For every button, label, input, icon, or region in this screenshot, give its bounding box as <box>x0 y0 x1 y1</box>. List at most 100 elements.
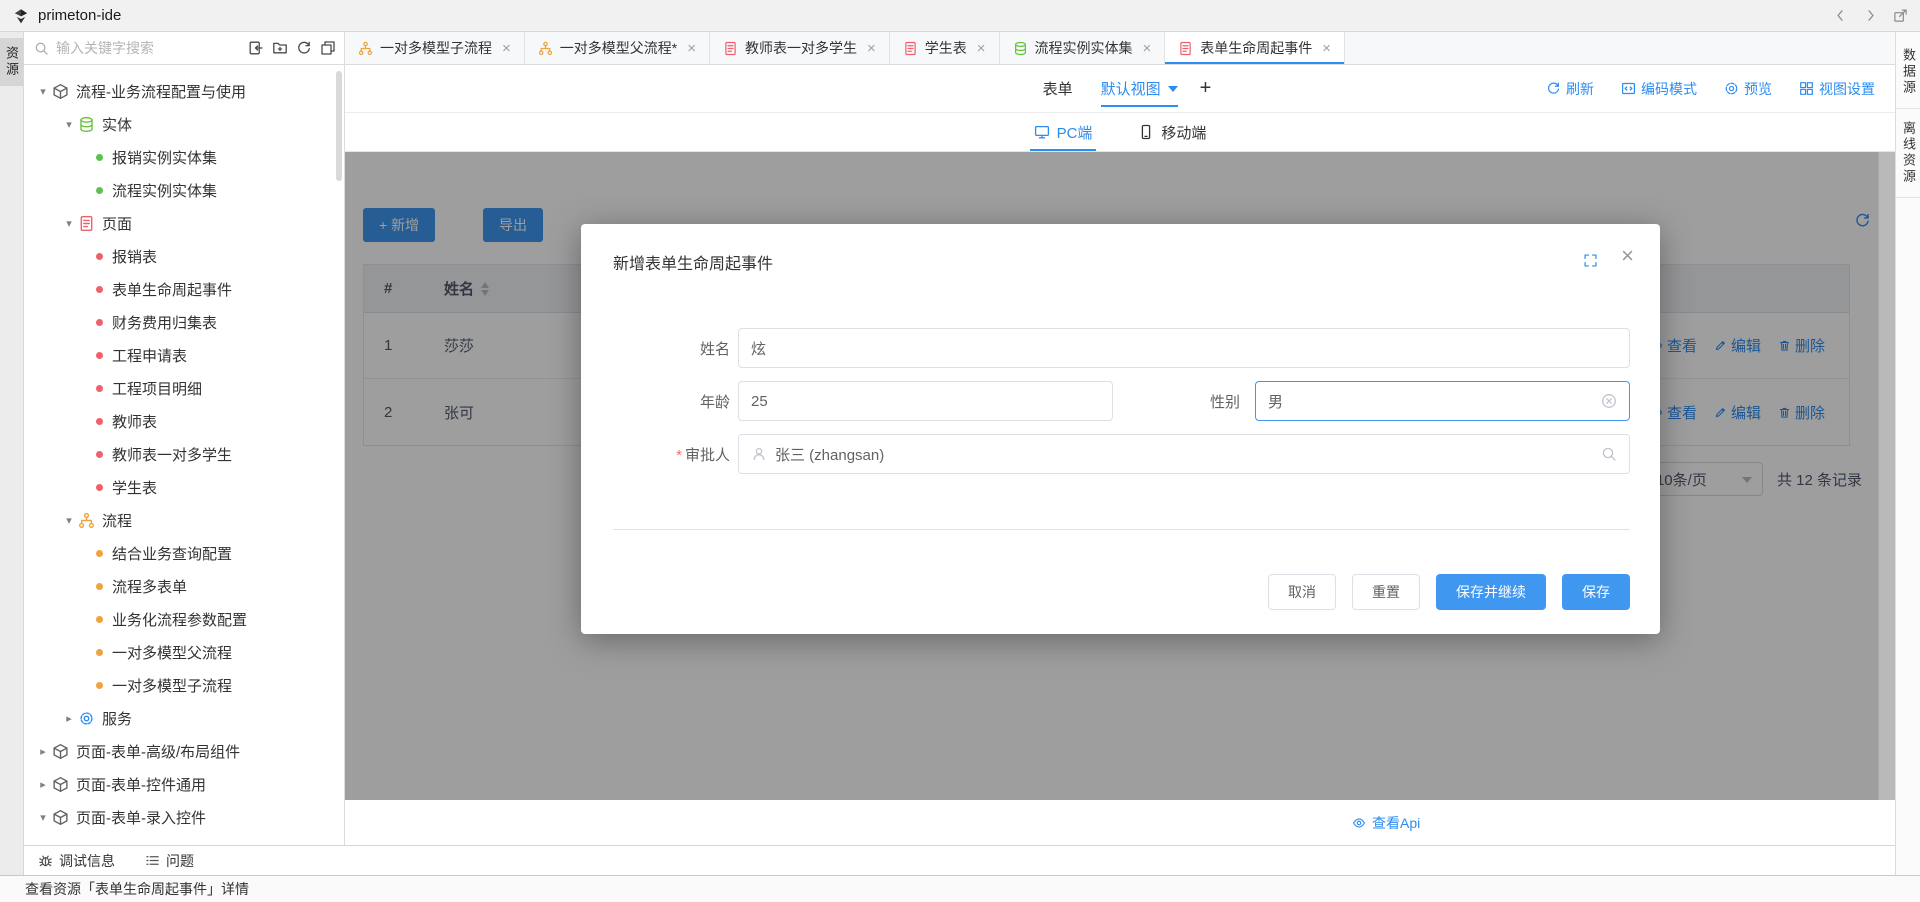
chevron-down-icon[interactable]: ▾ <box>60 217 78 230</box>
tree-item-label: 流程-业务流程配置与使用 <box>76 81 246 102</box>
tab-default-view[interactable]: 默认视图 <box>1101 65 1178 112</box>
device-tabs: PC端 移动端 <box>345 113 1895 152</box>
tree-item[interactable]: ▾页面 <box>24 207 344 240</box>
age-input[interactable]: 25 <box>738 381 1113 421</box>
problems-button[interactable]: 问题 <box>145 851 194 871</box>
tree-item[interactable]: 报销实例实体集 <box>24 141 344 174</box>
tree-item[interactable]: ▾ 流程-业务流程配置与使用 <box>24 75 344 108</box>
package-icon <box>52 743 69 760</box>
tree-item[interactable]: 工程申请表 <box>24 339 344 372</box>
close-icon[interactable]: × <box>867 41 876 56</box>
file-tab-label: 一对多模型子流程 <box>380 38 492 58</box>
chevron-down-icon[interactable]: ▾ <box>34 811 52 824</box>
package-icon <box>52 83 69 100</box>
file-tab[interactable]: 学生表× <box>890 32 1000 64</box>
debug-info-label: 调试信息 <box>59 851 115 871</box>
app-window: primeton-ide 资源 输入关键字搜索 一对多模型 <box>0 0 1920 902</box>
close-icon[interactable]: × <box>1322 41 1331 56</box>
tab-form[interactable]: 表单 <box>1043 65 1073 112</box>
rail-tab-resources[interactable]: 资源 <box>0 38 23 86</box>
file-tab[interactable]: 一对多模型子流程 × <box>345 32 525 64</box>
file-tab[interactable]: 流程实例实体集 × <box>1000 32 1166 64</box>
refresh-button[interactable]: 刷新 <box>1546 79 1594 99</box>
age-input-value: 25 <box>751 393 1100 410</box>
nav-forward-icon[interactable] <box>1863 8 1878 23</box>
file-tabbar: 一对多模型子流程×一对多模型父流程*×教师表一对多学生×学生表×流程实例实体集×… <box>345 32 1895 64</box>
close-icon[interactable]: × <box>1621 245 1634 267</box>
file-tab[interactable]: 表单生命周起事件× <box>1165 32 1345 64</box>
tree-item[interactable]: 结合业务查询配置 <box>24 537 344 570</box>
new-folder-icon[interactable] <box>272 40 288 56</box>
file-tab[interactable]: 一对多模型父流程* × <box>525 32 710 64</box>
name-input[interactable]: 炫 <box>738 328 1630 368</box>
add-view-button[interactable]: + <box>1200 77 1212 100</box>
code-mode-button[interactable]: 编码模式 <box>1621 79 1697 99</box>
leaf-dot-icon <box>96 319 103 326</box>
tree-item[interactable]: ▾实体 <box>24 108 344 141</box>
gender-input[interactable]: 男 <box>1255 381 1630 421</box>
close-icon[interactable]: × <box>1143 41 1152 56</box>
chevron-right-icon[interactable]: ▸ <box>34 778 52 791</box>
tree-item[interactable]: 报销表 <box>24 240 344 273</box>
reset-button[interactable]: 重置 <box>1352 574 1420 610</box>
view-settings-label: 视图设置 <box>1819 79 1875 99</box>
close-icon[interactable]: × <box>687 41 696 56</box>
search-icon[interactable] <box>1601 446 1617 462</box>
close-icon[interactable]: × <box>977 41 986 56</box>
open-window-icon[interactable] <box>1893 8 1908 23</box>
gender-input-value: 男 <box>1268 391 1601 412</box>
preview-button[interactable]: 预览 <box>1724 79 1772 99</box>
tree-item[interactable]: ▾页面-表单-录入控件 <box>24 801 344 834</box>
close-icon[interactable]: × <box>502 41 511 56</box>
scrollbar[interactable] <box>1878 152 1895 800</box>
cancel-button[interactable]: 取消 <box>1268 574 1336 610</box>
search-input[interactable]: 输入关键字搜索 <box>56 38 240 58</box>
tree-item[interactable]: 教师表 <box>24 405 344 438</box>
view-api-link[interactable]: 查看Api <box>1352 813 1420 833</box>
code-mode-label: 编码模式 <box>1641 79 1697 99</box>
tree-item-label: 工程申请表 <box>112 345 187 366</box>
tree-item[interactable]: 财务费用归集表 <box>24 306 344 339</box>
tab-pc[interactable]: PC端 <box>1034 113 1093 151</box>
nav-back-icon[interactable] <box>1833 8 1848 23</box>
chevron-down-icon[interactable]: ▾ <box>60 118 78 131</box>
tree-item[interactable]: 业务化流程参数配置 <box>24 603 344 636</box>
rail-tab-datasource[interactable]: 数据源 <box>1896 36 1920 109</box>
tree-item[interactable]: 流程多表单 <box>24 570 344 603</box>
tree-item[interactable]: ▸页面-表单-高级/布局组件 <box>24 735 344 768</box>
tab-default-view-label: 默认视图 <box>1101 78 1161 99</box>
tree-item[interactable]: 工程项目明细 <box>24 372 344 405</box>
tree-item[interactable]: 表单生命周起事件 <box>24 273 344 306</box>
file-tab-label: 教师表一对多学生 <box>745 38 857 58</box>
tree-item[interactable]: 一对多模型父流程 <box>24 636 344 669</box>
save-button[interactable]: 保存 <box>1562 574 1630 610</box>
debug-info-button[interactable]: 调试信息 <box>38 851 115 871</box>
import-icon[interactable] <box>248 40 264 56</box>
file-tab[interactable]: 教师表一对多学生 × <box>710 32 890 64</box>
tree-item[interactable]: 教师表一对多学生 <box>24 438 344 471</box>
tree-item[interactable]: 流程实例实体集 <box>24 174 344 207</box>
tree-item[interactable]: ▸服务 <box>24 702 344 735</box>
chevron-right-icon[interactable]: ▸ <box>34 745 52 758</box>
tree-item[interactable]: 一对多模型子流程 <box>24 669 344 702</box>
collapse-all-icon[interactable] <box>320 40 336 56</box>
tree-item[interactable]: ▾流程 <box>24 504 344 537</box>
rail-tab-offline-resources[interactable]: 离线资源 <box>1896 109 1920 198</box>
tree-item[interactable]: ▸页面-表单-控件通用 <box>24 768 344 801</box>
approver-input[interactable]: 张三 (zhangsan) <box>738 434 1630 474</box>
file-tab-label: 流程实例实体集 <box>1035 38 1133 58</box>
clear-icon[interactable] <box>1601 393 1617 409</box>
refresh-icon[interactable] <box>296 40 312 56</box>
scrollbar[interactable] <box>336 71 342 181</box>
chevron-down-icon[interactable]: ▾ <box>60 514 78 527</box>
chevron-right-icon[interactable]: ▸ <box>60 712 78 725</box>
tab-mobile[interactable]: 移动端 <box>1138 113 1206 151</box>
view-settings-button[interactable]: 视图设置 <box>1799 79 1875 99</box>
file-tab-label: 一对多模型父流程* <box>560 38 677 58</box>
tree-item-label: 教师表 <box>112 411 157 432</box>
chevron-down-icon[interactable]: ▾ <box>34 85 52 98</box>
api-strip: 查看Api <box>345 800 1895 845</box>
fullscreen-icon[interactable] <box>1583 253 1598 268</box>
save-and-continue-button[interactable]: 保存并继续 <box>1436 574 1546 610</box>
tree-item[interactable]: 学生表 <box>24 471 344 504</box>
